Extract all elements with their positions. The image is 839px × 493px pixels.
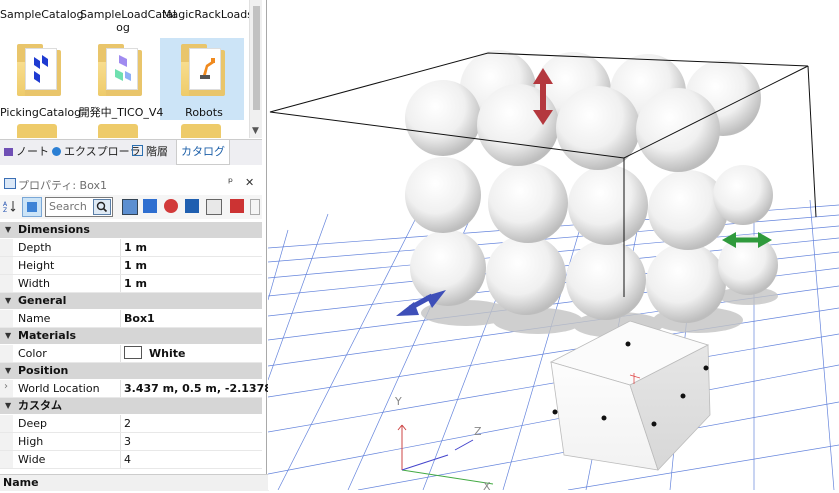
category-label: Dimensions — [18, 223, 90, 236]
property-row-color[interactable]: Color White — [0, 345, 262, 363]
property-row-high[interactable]: High 3 — [0, 433, 262, 451]
tab-catalog[interactable]: カタログ — [176, 140, 230, 165]
property-row-height[interactable]: Height 1 m — [0, 257, 262, 275]
collapse-icon[interactable]: ▼ — [5, 222, 11, 238]
category-label: General — [18, 294, 67, 307]
property-key: World Location — [18, 382, 100, 395]
property-value[interactable]: 1 m — [124, 257, 147, 274]
catalog-item-robots[interactable]: Robots — [162, 106, 246, 119]
catalog-item-pickingcatalog[interactable]: PickingCatalog — [0, 106, 81, 119]
property-key: Width — [18, 277, 50, 290]
catalog-item-magicrackloads[interactable]: MagicRackLoads — [162, 8, 253, 21]
property-value-wrap[interactable]: White — [124, 345, 185, 362]
category-label: Position — [18, 364, 69, 377]
properties-header: プロパティ: Box1 ᵖ ✕ — [0, 172, 262, 194]
property-value[interactable]: Box1 — [124, 310, 155, 327]
property-value[interactable]: 1 m — [124, 239, 147, 256]
tico-folder-icon[interactable] — [98, 44, 142, 96]
property-row-wide[interactable]: Wide 4 — [0, 451, 262, 469]
folder-peek-icon — [17, 124, 57, 138]
collapse-icon[interactable]: ▼ — [5, 293, 11, 309]
collapse-icon[interactable]: ▼ — [5, 363, 11, 379]
toolbar-icon-2[interactable] — [143, 199, 157, 213]
globe-icon — [52, 147, 61, 156]
svg-text:Z: Z — [474, 425, 482, 438]
property-value[interactable]: 3.437 m, 0.5 m, -2.1378 m — [124, 380, 287, 397]
collapse-icon[interactable]: ▼ — [5, 398, 11, 414]
category-custom[interactable]: ▼ カスタム — [0, 398, 262, 415]
properties-title: プロパティ: Box1 — [18, 179, 107, 192]
property-description: Name — [0, 474, 269, 491]
catalog-view: SampleCatalog SampleLoadCatal og MagicRa… — [0, 0, 262, 138]
robots-folder-icon[interactable] — [181, 44, 225, 96]
property-search-input[interactable] — [46, 198, 93, 214]
property-key: Depth — [18, 241, 52, 254]
tab-catalog-label: カタログ — [181, 145, 225, 158]
toolbar-icon-5[interactable] — [206, 199, 222, 215]
toolbar-icon-6[interactable] — [230, 199, 244, 213]
property-key: Name — [18, 312, 51, 325]
search-icon[interactable] — [93, 199, 111, 215]
properties-icon — [4, 178, 16, 189]
property-row-width[interactable]: Width 1 m — [0, 275, 262, 293]
tab-notes[interactable]: ノート — [0, 140, 53, 164]
3d-viewport[interactable]: Y Z X — [267, 0, 839, 493]
left-panel: SampleCatalog SampleLoadCatal og MagicRa… — [0, 0, 287, 491]
svg-text:Y: Y — [394, 395, 402, 408]
property-value[interactable]: 3 — [124, 433, 131, 450]
category-position[interactable]: ▼ Position — [0, 363, 262, 380]
categorized-view-icon[interactable] — [22, 197, 42, 217]
collapse-icon[interactable]: ▼ — [5, 328, 11, 344]
tab-hierarchy[interactable]: 階層 — [128, 140, 172, 164]
3d-scene[interactable]: Y Z X — [267, 0, 839, 493]
pin-icon[interactable]: ᵖ — [228, 175, 233, 189]
property-key: Height — [18, 259, 55, 272]
property-row-depth[interactable]: Depth 1 m — [0, 239, 262, 257]
category-materials[interactable]: ▼ Materials — [0, 328, 262, 345]
toolbar-icon-1[interactable] — [122, 199, 138, 215]
panel-tabs: ノート エクスプローラ 階層 カタログ — [0, 139, 262, 165]
property-value: White — [149, 347, 186, 360]
note-icon — [4, 148, 13, 156]
category-dimensions[interactable]: ▼ Dimensions — [0, 222, 262, 239]
catalog-scrollbar[interactable]: ▼ — [249, 0, 262, 138]
property-key: Color — [18, 347, 47, 360]
hierarchy-icon — [132, 145, 143, 156]
properties-toolbar: A Z — [0, 195, 262, 219]
property-key: Deep — [18, 417, 47, 430]
category-general[interactable]: ▼ General — [0, 293, 262, 310]
toolbar-icon-3[interactable] — [164, 199, 178, 213]
toolbar-icon-4[interactable] — [185, 199, 199, 213]
tab-notes-label: ノート — [16, 145, 49, 158]
property-grid: ▼ Dimensions Depth 1 m Height 1 m Width 1 m … — [0, 222, 287, 469]
scrollbar-thumb[interactable] — [253, 6, 260, 110]
property-key: Wide — [18, 453, 46, 466]
property-row-world-location[interactable]: › World Location 3.437 m, 0.5 m, -2.1378 m — [0, 380, 287, 398]
color-swatch[interactable] — [124, 346, 142, 359]
sort-alphabetical-icon[interactable]: A Z — [3, 199, 17, 213]
property-value[interactable]: 2 — [124, 415, 131, 432]
property-value[interactable]: 4 — [124, 451, 131, 468]
property-key: High — [18, 435, 44, 448]
property-search-box — [45, 197, 113, 217]
property-row-name[interactable]: Name Box1 — [0, 310, 262, 328]
catalog-item-tico[interactable]: 開発中_TICO_V4 — [78, 106, 164, 119]
category-label: Materials — [18, 329, 77, 342]
svg-text:X: X — [483, 480, 491, 490]
property-row-deep[interactable]: Deep 2 — [0, 415, 262, 433]
close-icon[interactable]: ✕ — [245, 176, 254, 189]
toolbar-icon-7[interactable] — [250, 199, 260, 215]
catalog-item-sampleloadcatalog[interactable]: SampleLoadCatal og — [80, 8, 176, 34]
sphere-stack[interactable] — [405, 50, 778, 323]
expand-icon[interactable]: › — [4, 381, 8, 392]
property-value[interactable]: 1 m — [124, 275, 147, 292]
scroll-down-icon[interactable]: ▼ — [252, 126, 259, 136]
folder-peek-icon — [181, 124, 221, 138]
category-label: カスタム — [18, 399, 62, 412]
catalog-item-samplecatalog[interactable]: SampleCatalog — [0, 8, 84, 21]
tab-hierarchy-label: 階層 — [146, 145, 168, 158]
folder-peek-icon — [98, 124, 138, 138]
picking-catalog-folder-icon[interactable] — [17, 44, 61, 96]
svg-text:Z: Z — [3, 207, 7, 213]
